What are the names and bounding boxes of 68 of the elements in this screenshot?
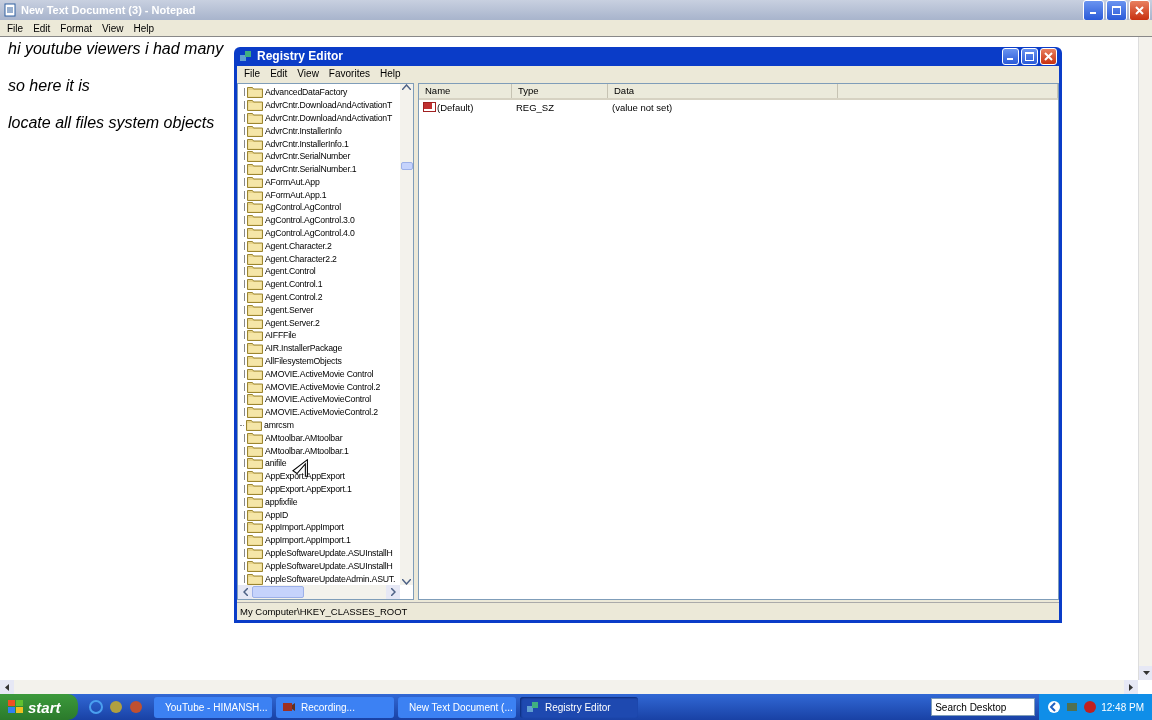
tree-item[interactable]: AMOVIE.ActiveMovieControl.2 [265, 407, 378, 418]
tree-item[interactable]: Agent.Character2.2 [265, 253, 337, 264]
menu-item[interactable]: Edit [28, 22, 56, 34]
menu-item[interactable]: View [292, 68, 324, 80]
value-data: (value not set) [612, 102, 673, 114]
column-header[interactable]: Type [512, 83, 608, 98]
tree-item[interactable]: AppExport.AppExport.1 [265, 484, 352, 494]
tree-item[interactable]: AgControl.AgControl.3.0 [265, 215, 355, 226]
tree-item[interactable]: Agent.Control [265, 266, 316, 277]
tree-item[interactable]: Agent.Server.2 [265, 317, 320, 328]
taskbar-button[interactable]: Registry Editor [520, 696, 638, 718]
status-bar: My Computer\HKEY_CLASSES_ROOT [237, 602, 1059, 620]
tree-item[interactable]: AllFilesystemObjects [265, 356, 342, 367]
value-type: REG_SZ [516, 102, 554, 114]
tree-item[interactable]: AdvrCntr.DownloadAndActivationT [265, 112, 393, 123]
menu-item[interactable]: File [239, 68, 266, 80]
tree-item[interactable]: AppImport.AppImport [265, 522, 344, 533]
tree-item[interactable]: AIR.InstallerPackage [265, 343, 343, 354]
column-header[interactable]: Name [419, 83, 512, 98]
tree-item[interactable]: AppImport.AppImport.1 [265, 535, 351, 546]
tree-item[interactable]: AMOVIE.ActiveMovie Control.2 [265, 381, 381, 392]
tree-item[interactable]: AppleSoftwareUpdate.ASUInstallH [265, 560, 393, 571]
tree-item[interactable]: AMtoolbar.AMtoolbar.1 [265, 445, 349, 456]
menu-item[interactable]: Format [55, 22, 98, 34]
tree-item[interactable]: AgControl.AgControl [265, 202, 341, 213]
taskbar-button[interactable]: Recording... [276, 696, 394, 718]
tree-item[interactable]: AppleSoftwareUpdateAdmin.ASUT. [265, 573, 396, 584]
tree-item[interactable]: AdvrCntr.DownloadAndActivationT [265, 100, 393, 111]
tree-item[interactable]: AppID [265, 509, 289, 520]
tree-item[interactable]: appfixfile [265, 496, 298, 507]
tree-item[interactable]: AdvrCntr.SerialNumber.1 [265, 164, 357, 175]
search-field[interactable]: Search Desktop [931, 698, 1036, 716]
menu-item[interactable]: Help [375, 68, 406, 80]
taskbar-button[interactable]: YouTube - HIMANSH... [154, 696, 272, 718]
value-name[interactable]: (Default) [437, 102, 474, 114]
tree-item[interactable]: AIFFFile [265, 330, 297, 341]
tree-item[interactable]: AFormAut.App [265, 176, 320, 187]
tree-item[interactable]: anifile [265, 458, 287, 469]
tree-item[interactable]: AFormAut.App.1 [265, 189, 327, 200]
text-line: locate all files system objects [8, 114, 215, 132]
tree-item[interactable]: Agent.Server [265, 304, 314, 315]
window-title: New Text Document (3) - Notepad [21, 4, 197, 16]
text-line: so here it is [8, 77, 90, 95]
menu-item[interactable]: File [2, 22, 29, 34]
clock: 12:48 PM [1101, 701, 1144, 713]
text-line: hi youtube viewers i had many [8, 40, 224, 58]
tree-item[interactable]: AMOVIE.ActiveMovie Control [265, 368, 374, 379]
tree-item[interactable]: Agent.Control.2 [265, 292, 323, 303]
tree-item[interactable]: AgControl.AgControl.4.0 [265, 228, 355, 239]
menu-item[interactable]: Help [128, 22, 160, 34]
tree-item[interactable]: Agent.Character.2 [265, 240, 332, 251]
tree-item[interactable]: AdvrCntr.InstallerInfo [265, 125, 342, 136]
tree-item[interactable]: AdvrCntr.InstallerInfo.1 [265, 138, 349, 149]
tree-item[interactable]: Agent.Control.1 [265, 279, 323, 290]
taskbar-button[interactable]: New Text Document (... [398, 696, 516, 718]
window-title: Registry Editor [257, 49, 344, 64]
menu-item[interactable]: Favorites [323, 68, 375, 80]
tree-item[interactable]: AMOVIE.ActiveMovieControl [265, 394, 372, 405]
tree-item[interactable]: AdvancedDataFactory [265, 87, 348, 98]
menu-item[interactable]: View [97, 22, 129, 34]
tree-item[interactable]: AMtoolbar.AMtoolbar [265, 432, 343, 443]
tree-item[interactable]: AppExport.AppExport [265, 471, 345, 482]
menu-item[interactable]: Edit [265, 68, 293, 80]
tree-item[interactable]: amrcsm [264, 420, 294, 431]
tree-item[interactable]: AdvrCntr.SerialNumber [265, 151, 351, 162]
start-button[interactable]: start [0, 694, 78, 720]
column-header[interactable]: Data [608, 83, 838, 98]
tree-item[interactable]: AppleSoftwareUpdate.ASUInstallH [265, 548, 393, 558]
